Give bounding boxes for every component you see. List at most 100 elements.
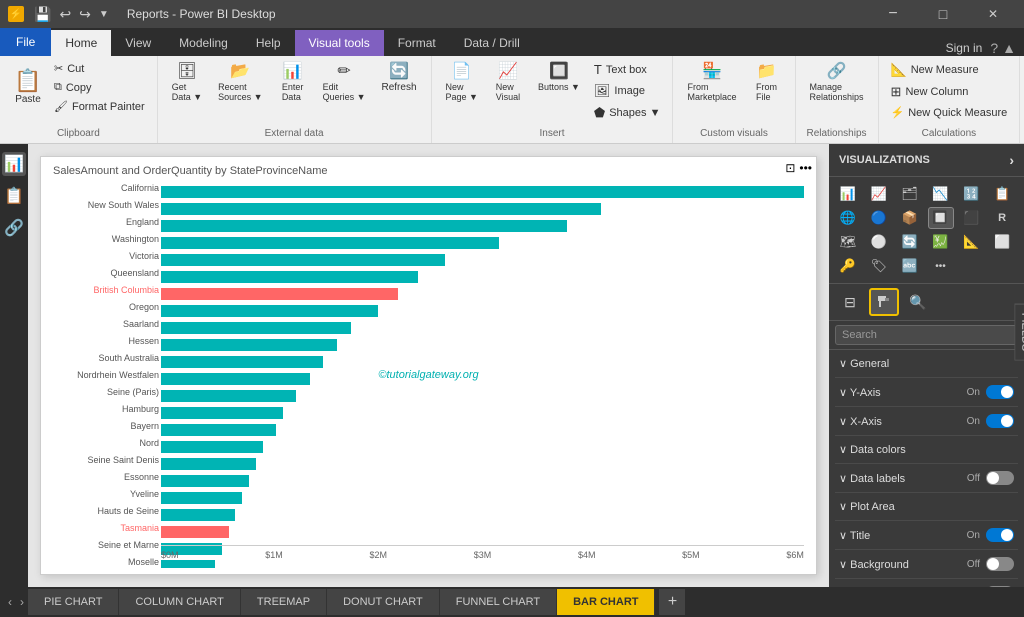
- image-button[interactable]: 🖼 Image: [590, 81, 665, 101]
- tab-modeling[interactable]: Modeling: [165, 30, 242, 56]
- filter-tool-button[interactable]: ⊟: [835, 288, 865, 316]
- background-section[interactable]: ∨ Background Off: [835, 550, 1018, 579]
- bar-fill[interactable]: [161, 305, 378, 317]
- viz-icon-treemap[interactable]: ⬛: [958, 207, 984, 229]
- bar-fill[interactable]: [161, 339, 337, 351]
- tab-nav-left[interactable]: ‹: [4, 595, 16, 609]
- analytics-tool-button[interactable]: 🔍: [903, 288, 933, 316]
- more-options-icon[interactable]: •••: [799, 161, 812, 175]
- new-column-button[interactable]: ⊞ New Column: [887, 82, 1012, 102]
- viz-icon-card[interactable]: 📐: [958, 231, 984, 253]
- format-tool-button[interactable]: [869, 288, 899, 316]
- x-axis-section[interactable]: ∨ X-Axis On: [835, 407, 1018, 436]
- left-panel-model-icon[interactable]: 🔗: [2, 216, 26, 240]
- buttons-button[interactable]: 🔲 Buttons ▼: [532, 60, 586, 96]
- signin-button[interactable]: Sign in: [946, 41, 983, 55]
- copy-button[interactable]: ⧉ Copy: [50, 79, 149, 96]
- fields-tab[interactable]: FIELDS: [1015, 304, 1024, 361]
- bar-fill[interactable]: [161, 509, 235, 521]
- bar-fill[interactable]: [161, 220, 567, 232]
- viz-icon-r[interactable]: R: [989, 207, 1015, 229]
- manage-relationships-button[interactable]: 🔗 ManageRelationships: [804, 60, 870, 106]
- viz-icon-funnel[interactable]: 🔄: [897, 231, 923, 253]
- title-section[interactable]: ∨ Title On: [835, 521, 1018, 550]
- tab-pie-chart[interactable]: PIE CHART: [28, 589, 119, 615]
- background-toggle[interactable]: [986, 557, 1014, 571]
- tab-visual-tools[interactable]: Visual tools: [295, 30, 384, 56]
- bar-fill[interactable]: [161, 237, 499, 249]
- x-axis-toggle[interactable]: [986, 414, 1014, 428]
- tab-funnel-chart[interactable]: FUNNEL CHART: [440, 589, 557, 615]
- bar-fill[interactable]: [161, 458, 256, 470]
- viz-icon-clustered-bar[interactable]: 📈: [866, 183, 892, 205]
- bar-fill[interactable]: [161, 373, 310, 385]
- viz-icon-stacked-col[interactable]: 🗂: [897, 183, 923, 205]
- paste-button[interactable]: 📋 Paste: [8, 66, 48, 109]
- from-file-button[interactable]: 📁 FromFile: [747, 60, 787, 106]
- data-colors-section[interactable]: ∨ Data colors: [835, 436, 1018, 464]
- tab-column-chart[interactable]: COLUMN CHART: [119, 589, 240, 615]
- bar-fill[interactable]: [161, 492, 242, 504]
- viz-icon-pie[interactable]: 📦: [897, 207, 923, 229]
- data-labels-toggle[interactable]: [986, 471, 1014, 485]
- bar-fill[interactable]: [161, 560, 215, 568]
- tab-bar-chart[interactable]: BAR CHART: [557, 589, 655, 615]
- cut-button[interactable]: ✂ Cut: [50, 60, 149, 77]
- bar-fill[interactable]: [161, 254, 445, 266]
- bar-fill[interactable]: [161, 288, 398, 300]
- bar-fill[interactable]: [161, 441, 263, 453]
- tab-home[interactable]: Home: [51, 30, 111, 56]
- tab-nav-right[interactable]: ›: [16, 595, 28, 609]
- edit-queries-button[interactable]: ✏ EditQueries ▼: [317, 60, 372, 106]
- viz-icon-area[interactable]: 🔢: [958, 183, 984, 205]
- bar-fill[interactable]: [161, 186, 804, 198]
- viz-icon-table[interactable]: ⬜: [989, 231, 1015, 253]
- lock-aspect-toggle[interactable]: [986, 586, 1014, 587]
- viz-icon-scatter[interactable]: 🔵: [866, 207, 892, 229]
- maximize-button[interactable]: □: [920, 0, 966, 28]
- undo-icon[interactable]: ↩: [57, 4, 73, 25]
- new-quick-measure-button[interactable]: ⚡ New Quick Measure: [887, 104, 1012, 121]
- viz-icon-filled-map[interactable]: ⚪: [866, 231, 892, 253]
- viz-icon-waterfall[interactable]: 🌐: [835, 207, 861, 229]
- bar-fill[interactable]: [161, 526, 229, 538]
- new-measure-button[interactable]: 📐 New Measure: [887, 60, 1012, 80]
- data-labels-section[interactable]: ∨ Data labels Off: [835, 464, 1018, 493]
- viz-icon-more[interactable]: •••: [928, 255, 954, 277]
- viz-search-input[interactable]: [835, 325, 1018, 345]
- viz-icon-ribbon[interactable]: 📋: [989, 183, 1015, 205]
- general-section[interactable]: ∨ General: [835, 350, 1018, 378]
- viz-icon-line[interactable]: 📉: [928, 183, 954, 205]
- viz-icon-slicer[interactable]: 🔤: [897, 255, 923, 277]
- tab-format[interactable]: Format: [384, 30, 450, 56]
- text-box-button[interactable]: T Text box: [590, 60, 665, 79]
- bar-fill[interactable]: [161, 390, 296, 402]
- new-visual-button[interactable]: 📈 NewVisual: [488, 60, 528, 106]
- format-painter-button[interactable]: 🖌 Format Painter: [50, 98, 149, 115]
- close-button[interactable]: ✕: [970, 0, 1016, 28]
- save-icon[interactable]: 💾: [32, 4, 53, 25]
- title-toggle[interactable]: [986, 528, 1014, 542]
- expand-icon[interactable]: ▲: [1002, 40, 1016, 56]
- bar-fill[interactable]: [161, 203, 601, 215]
- tab-view[interactable]: View: [111, 30, 165, 56]
- y-axis-toggle[interactable]: [986, 385, 1014, 399]
- refresh-button[interactable]: 🔄 Refresh: [376, 60, 423, 97]
- collapse-panel-icon[interactable]: ›: [1009, 152, 1014, 168]
- expand-chart-icon[interactable]: ⊡: [785, 161, 795, 175]
- plot-area-section[interactable]: ∨ Plot Area: [835, 493, 1018, 521]
- tab-donut-chart[interactable]: DONUT CHART: [327, 589, 440, 615]
- lock-aspect-section[interactable]: ∨ Lock aspect Off: [835, 579, 1018, 587]
- left-panel-data-icon[interactable]: 📋: [2, 184, 26, 208]
- from-marketplace-button[interactable]: 🏪 FromMarketplace: [681, 60, 742, 106]
- new-page-button[interactable]: 📄 NewPage ▼: [440, 60, 484, 106]
- viz-icon-gauge[interactable]: 💹: [928, 231, 954, 253]
- tab-help[interactable]: Help: [242, 30, 295, 56]
- left-panel-report-icon[interactable]: 📊: [2, 152, 26, 176]
- tab-data-drill[interactable]: Data / Drill: [450, 30, 534, 56]
- viz-icon-map[interactable]: 🗺: [835, 231, 861, 253]
- tab-treemap[interactable]: TREEMAP: [241, 589, 327, 615]
- enter-data-button[interactable]: 📊 EnterData: [273, 60, 313, 106]
- viz-icon-matrix[interactable]: 🔑: [835, 255, 861, 277]
- get-data-button[interactable]: 🗄 GetData ▼: [166, 60, 208, 106]
